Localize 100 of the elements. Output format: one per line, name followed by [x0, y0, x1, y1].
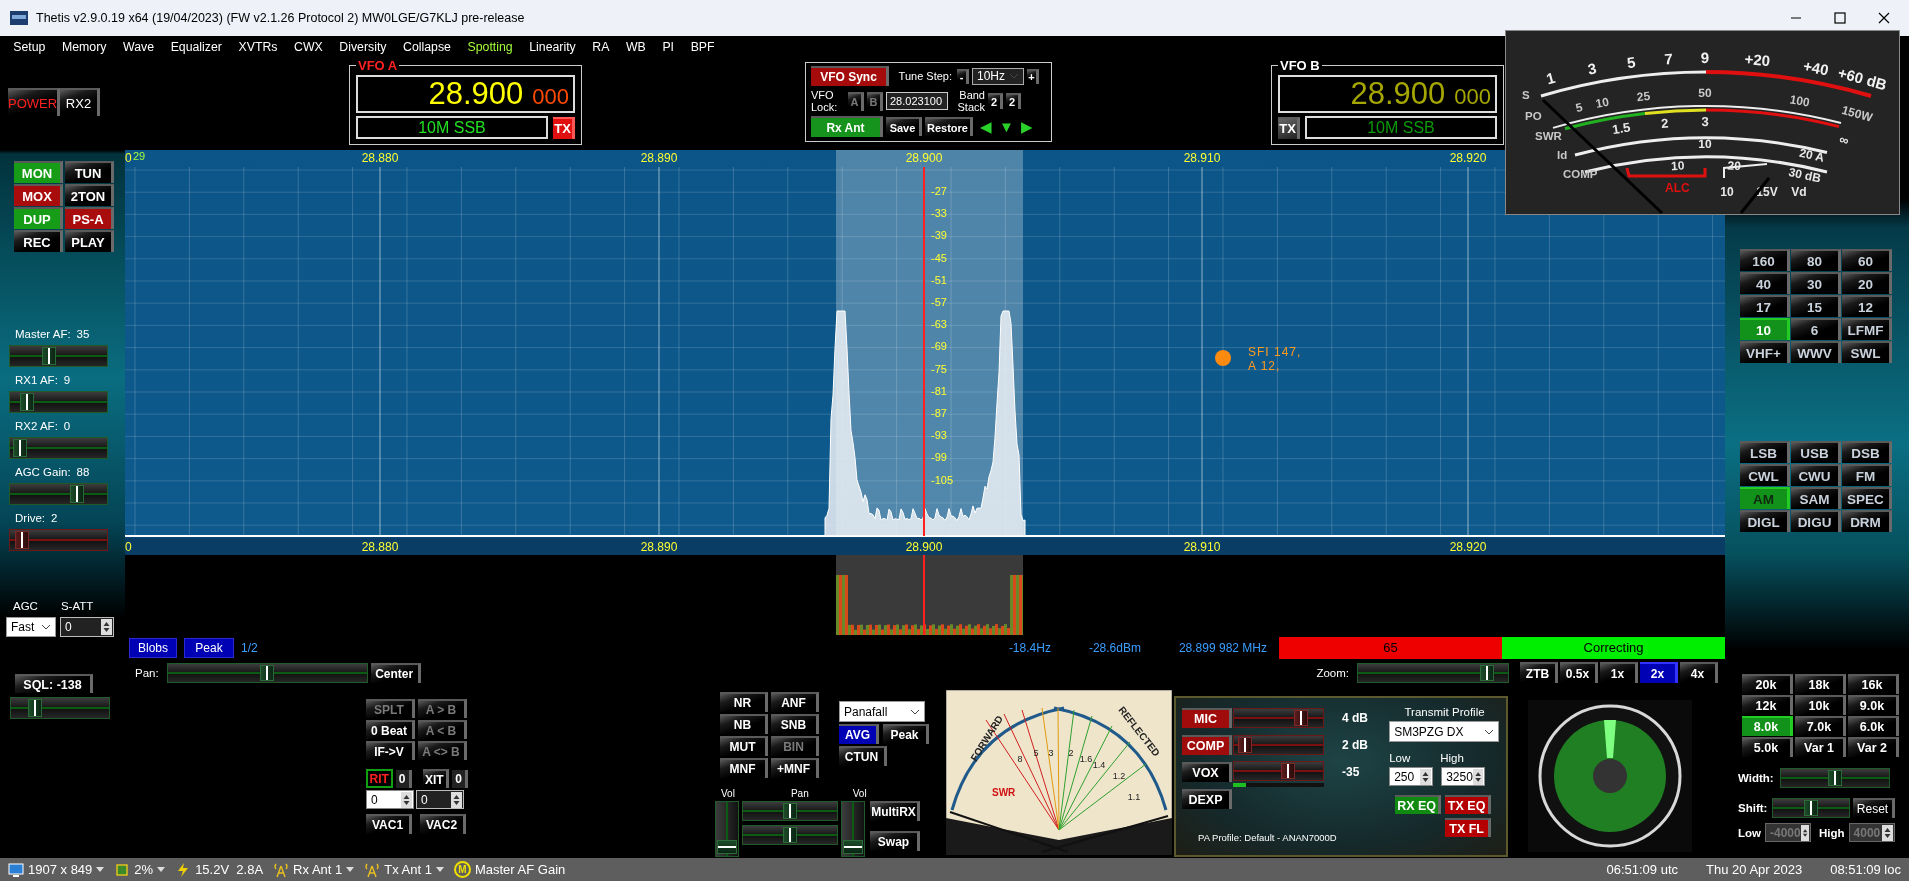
rx-antenna-button[interactable]: Rx Ant [811, 116, 883, 137]
menu-item[interactable]: Setup [5, 40, 54, 54]
average-button[interactable]: AVG [839, 724, 879, 744]
transmit-control-button[interactable]: DUP [14, 207, 63, 229]
transmit-function-button[interactable]: COMP [1182, 734, 1232, 755]
width-slider[interactable] [1780, 768, 1890, 788]
menu-item[interactable]: WB [617, 40, 655, 54]
transmit-control-button[interactable]: TUN [65, 161, 114, 183]
band-button[interactable]: 60 [1842, 249, 1892, 271]
mode-button[interactable]: DRM [1842, 510, 1892, 532]
volume-slider[interactable] [841, 801, 865, 857]
mode-button[interactable]: FM [1842, 464, 1892, 486]
power-button[interactable]: POWER [8, 88, 60, 116]
spin-arrows-icon[interactable] [451, 791, 462, 808]
transmit-level-slider[interactable] [1233, 734, 1324, 755]
filter-button[interactable]: 20k [1742, 674, 1793, 694]
mode-button[interactable]: DIGU [1791, 510, 1841, 532]
filter-button[interactable]: 9.0k [1848, 695, 1899, 715]
step-up-button[interactable]: + [1027, 68, 1039, 84]
menu-item[interactable]: RA [584, 40, 618, 54]
band-button[interactable]: 6 [1791, 318, 1841, 340]
caret-icon[interactable] [157, 866, 166, 873]
slider-thumb[interactable] [19, 393, 34, 411]
filter-button[interactable]: 7.0k [1795, 716, 1846, 736]
dsp-button[interactable]: NR [720, 692, 768, 712]
slider-thumb[interactable] [783, 803, 797, 819]
pan-slider[interactable] [166, 662, 368, 683]
arrow-button[interactable]: ▶ [1020, 117, 1033, 136]
mode-button[interactable]: AM [1740, 487, 1790, 509]
slider-thumb[interactable] [27, 699, 42, 717]
transmit-function-button[interactable]: DEXP [1182, 788, 1232, 809]
mode-button[interactable]: CWU [1791, 464, 1841, 486]
transmit-control-button[interactable]: PLAY [65, 230, 114, 252]
band-button[interactable]: WWV [1791, 341, 1841, 363]
tune-step-dropdown[interactable]: 10Hz [972, 67, 1024, 85]
tx-filter-button[interactable]: TX FL [1445, 818, 1492, 837]
center-button[interactable]: Center [370, 662, 421, 683]
band-button[interactable]: 12 [1842, 295, 1892, 317]
menu-item[interactable]: Diversity [331, 40, 395, 54]
equalizer-button[interactable]: RX EQ [1395, 795, 1442, 814]
level-slider[interactable] [9, 391, 108, 413]
dsp-button[interactable]: NB [720, 714, 768, 734]
caret-icon[interactable] [96, 866, 105, 873]
pan-slider[interactable] [742, 825, 838, 845]
rx2-button[interactable]: RX2 [60, 88, 100, 116]
slider-thumb[interactable] [13, 439, 28, 457]
filter-button[interactable]: 12k [1742, 695, 1793, 715]
band-button[interactable]: 10 [1740, 318, 1790, 340]
menu-item[interactable]: BPF [682, 40, 723, 54]
step-down-button[interactable]: - [957, 68, 969, 84]
mode-button[interactable]: USB [1791, 441, 1841, 463]
caret-icon[interactable] [435, 866, 444, 873]
caret-icon[interactable] [41, 624, 51, 630]
mode-button[interactable]: SPEC [1842, 487, 1892, 509]
squelch-slider[interactable] [10, 697, 110, 719]
caret-icon[interactable] [910, 708, 920, 715]
menu-item[interactable]: Memory [53, 40, 115, 54]
level-slider[interactable] [9, 345, 108, 367]
save-button[interactable]: Save [886, 117, 922, 136]
shift-slider[interactable] [1772, 798, 1850, 818]
equalizer-button[interactable]: TX EQ [1445, 795, 1492, 814]
band-button[interactable]: 15 [1791, 295, 1841, 317]
band-button[interactable]: 30 [1791, 272, 1841, 294]
dsp-button[interactable]: MUT [720, 736, 768, 756]
transmit-control-button[interactable]: 2TON [65, 184, 114, 206]
vfo-operation-button[interactable]: IF->V [366, 741, 415, 760]
dsp-button[interactable]: MNF [720, 758, 768, 778]
dsp-button[interactable]: SNB [771, 714, 819, 734]
menu-item[interactable]: Collapse [394, 40, 460, 54]
rit-offset-spin-box[interactable]: 0 [366, 790, 414, 809]
spin-arrows-icon[interactable] [101, 619, 112, 635]
menu-item[interactable]: Wave [114, 40, 163, 54]
xit-offset-spin-box[interactable]: 0 [416, 790, 464, 809]
dsp-button[interactable]: +MNF [771, 758, 819, 778]
xit-button[interactable]: XIT [422, 769, 449, 788]
band-button[interactable]: VHF+ [1740, 341, 1790, 363]
caret-icon[interactable] [346, 866, 355, 873]
transmit-control-button[interactable]: MON [14, 161, 63, 183]
menu-item[interactable]: Linearity [520, 40, 584, 54]
slider-thumb[interactable] [1280, 762, 1295, 779]
mixer-button[interactable]: Swap [870, 831, 920, 851]
slider-thumb[interactable] [69, 485, 84, 503]
filter-button[interactable]: 16k [1848, 674, 1899, 694]
display-mode-dropdown[interactable]: Panafall [839, 701, 925, 722]
mode-button[interactable]: DIGL [1740, 510, 1790, 532]
spin-arrows-icon[interactable] [1472, 768, 1484, 785]
band-stack-field[interactable]: 28.023100 [886, 92, 948, 110]
dsp-button[interactable]: ANF [771, 692, 819, 712]
peak-button[interactable]: Peak [883, 724, 929, 744]
mode-button[interactable]: CWL [1740, 464, 1790, 486]
spin-arrows-icon[interactable] [1420, 768, 1432, 785]
transmit-control-button[interactable]: MOX [14, 184, 63, 206]
agc-dropdown[interactable]: Fast [6, 617, 56, 637]
menu-item[interactable]: PI [654, 40, 683, 54]
tx-button[interactable]: TX [1278, 116, 1300, 139]
band-button[interactable]: 20 [1842, 272, 1892, 294]
level-slider[interactable] [9, 529, 108, 551]
transmit-control-button[interactable]: REC [14, 230, 63, 252]
mode-button[interactable]: LSB [1740, 441, 1790, 463]
menu-item[interactable]: Equalizer [162, 40, 231, 54]
